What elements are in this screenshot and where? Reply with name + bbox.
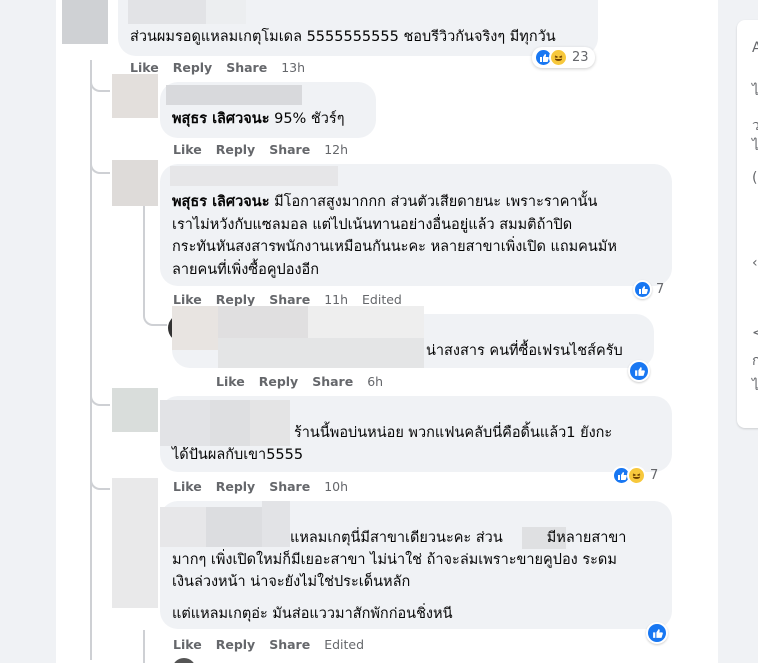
side-glyph: ไ [752, 378, 758, 394]
reply-button[interactable]: Reply [216, 142, 255, 157]
reply-button[interactable]: Reply [259, 374, 298, 389]
avatar[interactable] [112, 160, 158, 206]
share-button[interactable]: Share [269, 479, 310, 494]
avatar[interactable] [112, 388, 158, 432]
side-glyph: ว [752, 118, 758, 134]
reaction-count: 7 [656, 282, 665, 297]
like-button[interactable]: Like [130, 60, 159, 75]
edited-label: Edited [362, 292, 402, 307]
like-reaction-icon [633, 280, 652, 299]
redacted-name [218, 338, 424, 368]
comment-bubble: ส่วนผมรอดูแหลมเกตุโมเดล 5555555555 ชอบรี… [118, 0, 598, 56]
reaction-summary[interactable]: 7 [612, 466, 658, 485]
redacted-name [170, 166, 338, 186]
comment-bubble: น่าสงสาร คนที่ซื้อเฟรนไชส์ครับ [172, 306, 654, 368]
side-card: A ไ ว ไ ( ‹ < ก ไ [737, 20, 758, 428]
comment-text: แต่แหลมเกตุอ่ะ มันส่อแววมาสักพักก่อนชิ่ง… [172, 606, 453, 622]
haha-reaction-icon [627, 466, 646, 485]
comment-actions: Like Reply Share 10h [173, 479, 348, 494]
like-reaction-icon[interactable] [646, 622, 668, 644]
comment-body: มีหลายสาขา [546, 530, 627, 546]
redacted-name [206, 0, 246, 24]
side-glyph: ก [752, 353, 758, 369]
share-button[interactable]: Share [269, 292, 310, 307]
reaction-count: 7 [650, 468, 659, 483]
thread-connector [143, 310, 167, 326]
thread-connector [90, 476, 110, 490]
thread-connector [90, 160, 110, 174]
share-button[interactable]: Share [269, 142, 310, 157]
thread-line [143, 630, 145, 663]
avatar[interactable] [112, 74, 158, 118]
comment-text: พสุธร เลิศวจนะ 95% ชัวร์ๆ [172, 108, 345, 130]
side-glyph: ไ [752, 83, 758, 99]
like-button[interactable]: Like [173, 142, 202, 157]
haha-reaction-icon [549, 48, 568, 67]
side-glyph: ไ [752, 138, 758, 154]
comment-author[interactable]: พสุธร เลิศวจนะ [172, 111, 269, 127]
redacted-name [172, 306, 222, 350]
like-reaction-icon[interactable] [628, 360, 650, 382]
comment-actions: Like Reply Share 13h [130, 60, 305, 75]
comment-bubble: แหลมเกตุนี่มีสาขาเดียวนะคะ ส่วน มีหลายสาข… [160, 501, 672, 629]
reply-button[interactable]: Reply [216, 292, 255, 307]
side-glyph: ‹ [752, 255, 758, 271]
timestamp[interactable]: 13h [281, 60, 305, 75]
share-button[interactable]: Share [312, 374, 353, 389]
comment-bubble: พสุธร เลิศวจนะ มีโอกาสสูงมากกก ส่วนตัวเส… [160, 164, 672, 286]
comment-text: พสุธร เลิศวจนะ มีโอกาสสูงมากกก ส่วนตัวเส… [172, 191, 668, 281]
comment-bubble: พสุธร เลิศวจนะ 95% ชัวร์ๆ [160, 82, 376, 138]
thread-connector [90, 392, 110, 406]
comment-author[interactable]: พสุธร เลิศวจนะ [172, 194, 269, 210]
edited-label: Edited [324, 637, 365, 652]
reaction-summary[interactable]: 7 [633, 280, 664, 299]
avatar[interactable] [112, 478, 158, 608]
like-button[interactable]: Like [173, 637, 202, 652]
comment-text: น่าสงสาร คนที่ซื้อเฟรนไชส์ครับ [426, 343, 623, 359]
comment-body: ร้านนี้พอบ่นหน่อย พวกแฟนคลับนี่คือดิ้นแล… [172, 425, 613, 463]
reply-button[interactable]: Reply [216, 637, 255, 652]
timestamp[interactable]: 10h [324, 479, 348, 494]
redacted-name [166, 85, 302, 105]
reply-button[interactable]: Reply [216, 479, 255, 494]
like-button[interactable]: Like [173, 292, 202, 307]
comment-body: แหลมเกตุนี่มีสาขาเดียวนะคะ ส่วน [290, 530, 503, 546]
thread-line [90, 60, 92, 660]
comment-actions: Like Reply Share Edited [173, 637, 364, 652]
comment-bubble: ร้านนี้พอบ่นหน่อย พวกแฟนคลับนี่คือดิ้นแล… [160, 396, 672, 472]
timestamp[interactable]: 12h [324, 142, 348, 157]
comment-text: มากๆ เพิ่งเปิดใหม่ก็มีเยอะสาขา ไม่น่าใช่… [172, 552, 617, 590]
comment-body: 95% ชัวร์ๆ [274, 111, 345, 127]
share-button[interactable]: Share [269, 637, 310, 652]
like-button[interactable]: Like [173, 479, 202, 494]
timestamp[interactable]: 11h [324, 292, 348, 307]
avatar[interactable] [62, 0, 108, 44]
like-button[interactable]: Like [216, 374, 245, 389]
thread-line [143, 205, 145, 315]
comment-actions: Like Reply Share 6h [216, 374, 383, 389]
side-glyph: ( [752, 170, 758, 186]
thread-connector [90, 78, 110, 92]
reply-button[interactable]: Reply [173, 60, 212, 75]
reaction-count: 23 [572, 50, 589, 65]
share-button[interactable]: Share [226, 60, 267, 75]
timestamp[interactable]: 6h [367, 374, 383, 389]
comment-text: ร้านนี้พอบ่นหน่อย พวกแฟนคลับนี่คือดิ้นแล… [172, 422, 668, 466]
side-glyph: < [752, 325, 758, 341]
comment-actions: Like Reply Share 11h Edited [173, 292, 402, 307]
comment-text: ส่วนผมรอดูแหลมเกตุโมเดล 5555555555 ชอบรี… [130, 29, 556, 45]
side-glyph: A [752, 40, 758, 56]
comment-text: แหลมเกตุนี่มีสาขาเดียวนะคะ ส่วน มีหลายสาข… [172, 527, 668, 549]
reaction-summary[interactable]: 23 [532, 47, 595, 68]
comment-actions: Like Reply Share 12h [173, 142, 348, 157]
redacted-name [128, 0, 206, 24]
